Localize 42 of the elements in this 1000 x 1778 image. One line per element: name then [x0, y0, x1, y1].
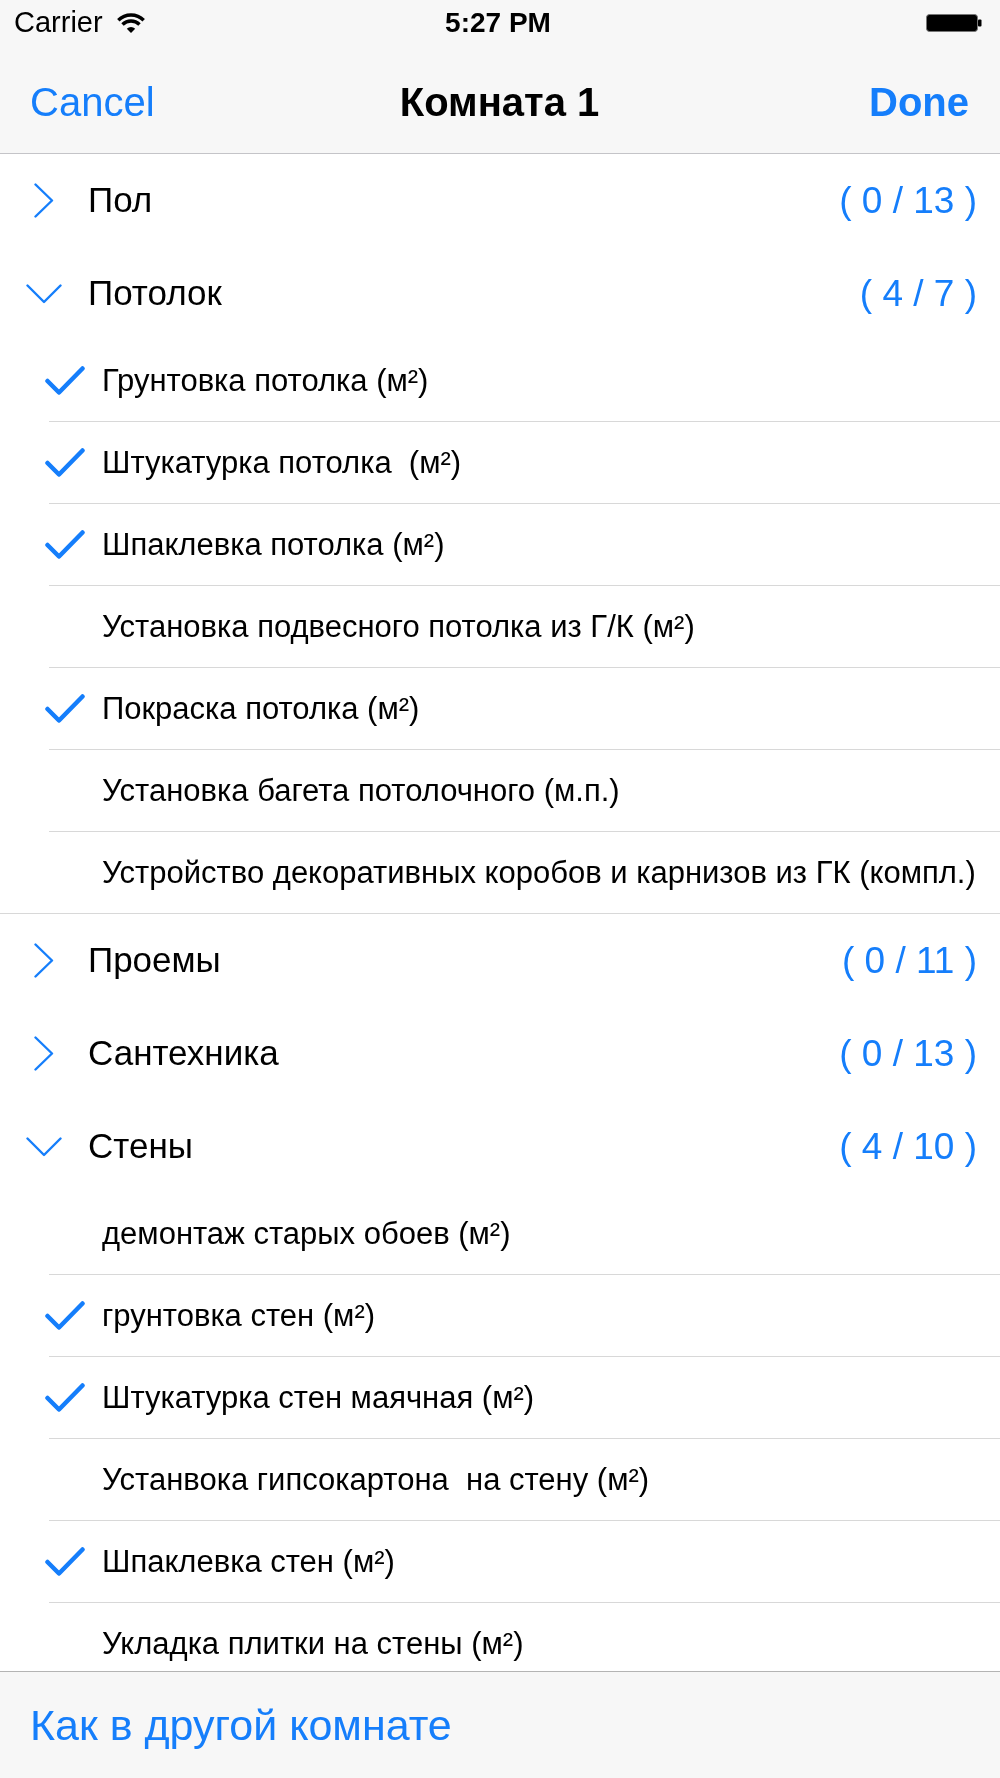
task-row[interactable]: демонтаж старых обоев (м²)	[0, 1193, 1000, 1274]
checkmark-icon	[45, 365, 85, 396]
task-row[interactable]: Устройство декоративных коробов и карнизов из ГК (компл.)	[0, 832, 1000, 913]
progress-count: ( 0 / 13 )	[839, 178, 977, 223]
chevron-right-icon[interactable]	[34, 1036, 54, 1071]
section-title[interactable]: Стены	[88, 1120, 193, 1173]
task-row[interactable]: Установка подвесного потолка из Г/К (м²)	[0, 586, 1000, 667]
task-row[interactable]: Установка багета потолочного (м.п.)	[0, 750, 1000, 831]
checkmark-icon	[45, 529, 85, 560]
chevron-down-icon[interactable]	[26, 283, 62, 304]
wifi-icon	[114, 11, 147, 34]
clock-time: 5:27 PM	[445, 8, 551, 37]
section-title[interactable]: Сантехника	[88, 1027, 279, 1080]
section-title[interactable]: Пол	[88, 174, 153, 227]
checkmark-icon	[45, 1382, 85, 1413]
chevron-right-icon[interactable]	[34, 183, 54, 218]
checkmark-icon	[45, 447, 85, 478]
progress-count: ( 0 / 13 )	[839, 1031, 977, 1076]
checkmark-icon	[45, 1546, 85, 1577]
checkmark-icon	[45, 1300, 85, 1331]
task-row[interactable]: Штукатурка потолка (м²)	[0, 422, 1000, 503]
checkmark-icon	[45, 693, 85, 724]
done-button[interactable]: Done	[869, 72, 969, 132]
task-row[interactable]: Укладка плитки на стены (м²)	[0, 1603, 1000, 1671]
progress-count: ( 4 / 10 )	[839, 1124, 977, 1169]
section-title[interactable]: Проемы	[88, 934, 221, 987]
battery-icon	[926, 13, 982, 32]
carrier-label: Carrier	[14, 8, 103, 37]
task-row[interactable]: Шпаклевка стен (м²)	[0, 1521, 1000, 1602]
section-title[interactable]: Потолок	[88, 267, 222, 320]
task-row[interactable]: Шпаклевка потолка (м²)	[0, 504, 1000, 585]
task-row[interactable]: Покраска потолка (м²)	[0, 668, 1000, 749]
nav-title: Комната 1	[399, 79, 600, 126]
progress-count: ( 0 / 11 )	[841, 938, 977, 983]
task-row[interactable]: Штукатурка стен маячная (м²)	[0, 1357, 1000, 1438]
task-row[interactable]: Грунтовка потолка (м²)	[0, 340, 1000, 421]
progress-count: ( 4 / 7 )	[859, 271, 977, 316]
task-row[interactable]: грунтовка стен (м²)	[0, 1275, 1000, 1356]
task-row[interactable]: Устанвока гипсокартона на стену (м²)	[0, 1439, 1000, 1520]
chevron-down-icon[interactable]	[26, 1136, 62, 1157]
chevron-right-icon[interactable]	[34, 943, 54, 978]
cancel-button[interactable]: Cancel	[30, 72, 155, 132]
